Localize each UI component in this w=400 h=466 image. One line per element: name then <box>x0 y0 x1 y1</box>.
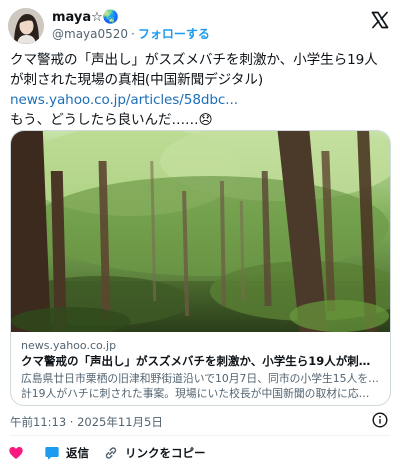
card-description: 広島県廿日市栗栖の旧津和野街道沿いで10月7日、同市の小学生15人を含む 計19… <box>21 371 380 401</box>
separator: · <box>131 27 135 41</box>
copy-link-button[interactable]: リンクをコピー <box>103 445 206 461</box>
user-names: maya ☆🌏 @maya0520 · フォローする <box>52 10 210 42</box>
follow-button[interactable]: フォローする <box>138 26 210 42</box>
name-emojis: ☆🌏 <box>91 10 120 25</box>
divider <box>10 435 390 436</box>
info-icon[interactable] <box>372 412 388 428</box>
tweet-timestamp[interactable]: 午前11:13 · 2025年11月5日 <box>10 414 163 430</box>
tweet-text: クマ警戒の「声出し」がスズメバチを刺激か、小学生ら19人 が刺された現場の真相(… <box>10 50 390 130</box>
card-desc-line-1: 広島県廿日市栗栖の旧津和野街道沿いで10月7日、同市の小学生15人を含む <box>21 372 380 385</box>
card-title[interactable]: クマ警戒の「声出し」がスズメバチを刺激か、小学生ら19人が刺された現場の真相(中… <box>21 353 380 369</box>
card-domain: news.yahoo.co.jp <box>21 339 117 352</box>
link-icon <box>105 447 117 459</box>
card-desc-line-2: 計19人がハチに刺された事案。現場にいた校長が中国新聞の取材に応じ、クマ対策の <box>21 387 380 400</box>
tweet-line-1: クマ警戒の「声出し」がスズメバチを刺激か、小学生ら19人 <box>10 52 378 68</box>
user-handle[interactable]: @maya0520 <box>52 26 128 42</box>
tweet-line-3: もう、どうしたら良いんだ……😞 <box>10 112 213 128</box>
display-name[interactable]: maya <box>52 10 91 26</box>
like-button[interactable] <box>8 445 30 461</box>
link-card[interactable]: news.yahoo.co.jp クマ警戒の「声出し」がスズメバチを刺激か、小学… <box>10 130 391 406</box>
card-body: news.yahoo.co.jp クマ警戒の「声出し」がスズメバチを刺激か、小学… <box>11 332 390 401</box>
x-logo-icon[interactable] <box>370 10 390 30</box>
reply-bubble-icon <box>45 447 59 460</box>
copy-link-label: リンクをコピー <box>125 446 206 460</box>
heart-icon <box>9 447 23 459</box>
action-bar: 返信 リンクをコピー <box>8 444 220 462</box>
reply-label: 返信 <box>66 446 89 460</box>
tweet-header: maya ☆🌏 @maya0520 · フォローする <box>8 6 390 46</box>
tweet-link[interactable]: news.yahoo.co.jp/articles/58dbc... <box>10 90 390 110</box>
card-image-forest[interactable] <box>11 131 390 332</box>
tweet-line-2: が刺された現場の真相(中国新聞デジタル) <box>10 72 264 88</box>
avatar[interactable] <box>8 8 44 44</box>
reply-button[interactable]: 返信 <box>44 445 89 461</box>
